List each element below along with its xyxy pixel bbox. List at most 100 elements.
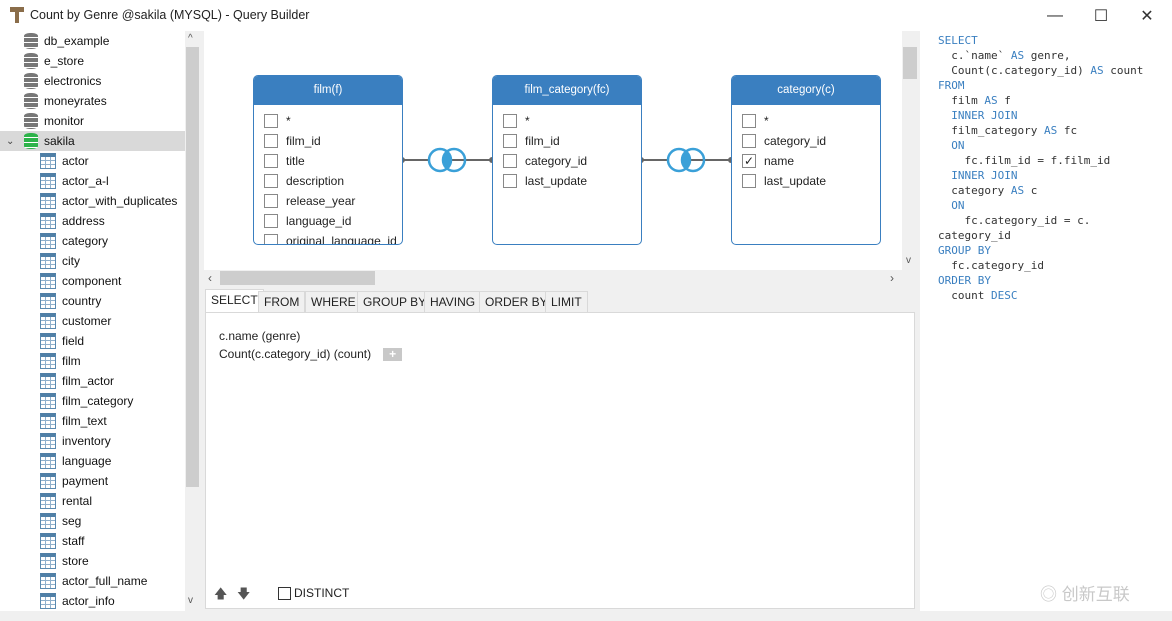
field-checkbox[interactable]	[503, 114, 517, 128]
tree-table-item[interactable]: city	[0, 251, 185, 271]
tree-table-item[interactable]: language	[0, 451, 185, 471]
field-row[interactable]: release_year	[264, 191, 355, 211]
tree-table-item[interactable]: payment	[0, 471, 185, 491]
tree-table-item[interactable]: rental	[0, 491, 185, 511]
tree-table-item[interactable]: customer	[0, 311, 185, 331]
field-checkbox[interactable]	[742, 114, 756, 128]
diagram-hscrollbar[interactable]: ‹ ›	[204, 270, 902, 286]
field-row[interactable]: last_update	[503, 171, 587, 191]
tab-select[interactable]: SELECT	[205, 289, 264, 313]
field-row[interactable]: category_id	[503, 151, 587, 171]
move-up-icon[interactable]: 🡅	[214, 585, 227, 607]
tree-table-item[interactable]: film	[0, 351, 185, 371]
tab-group-by[interactable]: GROUP BY	[357, 291, 433, 313]
field-checkbox[interactable]	[264, 154, 278, 168]
tree-table-item[interactable]: film_text	[0, 411, 185, 431]
view-icon	[40, 573, 56, 589]
add-column-button[interactable]: +	[383, 347, 403, 361]
tree-view-item[interactable]: actor_full_name	[0, 571, 185, 591]
sql-line: fc.category_id	[938, 258, 1172, 273]
field-checkbox[interactable]	[264, 134, 278, 148]
close-button[interactable]: ✕	[1124, 0, 1170, 31]
tree-table-item[interactable]: actor	[0, 151, 185, 171]
field-checkbox[interactable]	[264, 194, 278, 208]
sql-preview[interactable]: SELECT c.`name` AS genre, Count(c.catego…	[920, 31, 1172, 611]
field-checkbox[interactable]	[264, 234, 278, 244]
table-header[interactable]: category(c)	[732, 76, 880, 105]
sql-text: Count(c.category_id)	[938, 64, 1091, 77]
select-panel: c.name (genre) Count(c.category_id) (cou…	[205, 312, 915, 609]
move-down-icon[interactable]: 🡇	[237, 585, 250, 607]
field-row[interactable]: *	[742, 111, 769, 131]
field-row[interactable]: description	[264, 171, 344, 191]
field-row[interactable]: category_id	[742, 131, 826, 151]
tree-table-item[interactable]: country	[0, 291, 185, 311]
diagram-canvas[interactable]: film(f) * film_id title description release_y…	[204, 31, 902, 270]
diagram-table[interactable]: film_category(fc) * film_id category_id last…	[492, 75, 642, 245]
field-row[interactable]: language_id	[264, 211, 351, 231]
table-header[interactable]: film(f)	[254, 76, 402, 105]
field-row[interactable]: last_update	[742, 171, 826, 191]
field-row[interactable]: original_language_id	[264, 231, 397, 244]
field-checkbox[interactable]	[264, 114, 278, 128]
field-checkbox[interactable]: ✓	[742, 154, 756, 168]
field-row[interactable]: title	[264, 151, 305, 171]
field-name: last_update	[764, 174, 827, 188]
table-icon	[40, 213, 56, 229]
chevron-down-icon[interactable]: ⌄	[6, 136, 24, 147]
tree-table-item[interactable]: store	[0, 551, 185, 571]
table-icon	[40, 433, 56, 449]
tree-item-label: address	[62, 214, 105, 228]
tree-table-item[interactable]: component	[0, 271, 185, 291]
tree-schema-sakila[interactable]: ⌄ sakila	[0, 131, 185, 151]
diagram-table[interactable]: film(f) * film_id title description release_y…	[253, 75, 403, 245]
field-row[interactable]: *	[503, 111, 530, 131]
minimize-button[interactable]: —	[1032, 0, 1078, 31]
tree-item-label: actor	[62, 154, 89, 168]
field-row[interactable]: ✓ name	[742, 151, 794, 171]
tree-table-item[interactable]: category	[0, 231, 185, 251]
tab-limit[interactable]: LIMIT	[545, 291, 588, 313]
field-checkbox[interactable]	[264, 214, 278, 228]
tree-schema-electronics[interactable]: electronics	[0, 71, 185, 91]
tree-table-item[interactable]: actor_a-l	[0, 171, 185, 191]
field-row[interactable]: *	[264, 111, 291, 131]
field-checkbox[interactable]	[742, 134, 756, 148]
tab-having[interactable]: HAVING	[424, 291, 482, 313]
tree-table-item[interactable]: staff	[0, 531, 185, 551]
diagram-table[interactable]: category(c) * category_id ✓ name last_update	[731, 75, 881, 245]
tree-table-item[interactable]: inventory	[0, 431, 185, 451]
tree-table-item[interactable]: film_category	[0, 391, 185, 411]
field-checkbox[interactable]	[742, 174, 756, 188]
tab-order-by[interactable]: ORDER BY	[479, 291, 554, 313]
field-checkbox[interactable]	[503, 154, 517, 168]
tree-schema-moneyrates[interactable]: moneyrates	[0, 91, 185, 111]
field-name: name	[764, 154, 795, 168]
diagram-vscrollbar[interactable]: v	[902, 31, 918, 270]
sql-text: count	[1103, 64, 1144, 77]
select-item[interactable]: Count(c.category_id) (count)	[219, 347, 371, 361]
tree-schema-monitor[interactable]: monitor	[0, 111, 185, 131]
tab-where[interactable]: WHERE	[305, 291, 362, 313]
tree-table-item[interactable]: address	[0, 211, 185, 231]
sql-text: genre,	[1024, 49, 1071, 62]
field-checkbox[interactable]	[503, 174, 517, 188]
database-icon	[24, 53, 38, 69]
field-row[interactable]: film_id	[503, 131, 560, 151]
tree-schema-e_store[interactable]: e_store	[0, 51, 185, 71]
field-checkbox[interactable]	[503, 134, 517, 148]
tree-table-item[interactable]: seg	[0, 511, 185, 531]
distinct-checkbox[interactable]: DISTINCT	[278, 586, 349, 600]
tree-schema-db_example[interactable]: db_example	[0, 31, 185, 51]
tree-scrollbar[interactable]: ^ v	[185, 31, 200, 611]
tab-from[interactable]: FROM	[258, 291, 306, 313]
tree-view-item[interactable]: actor_info	[0, 591, 185, 611]
tree-table-item[interactable]: film_actor	[0, 371, 185, 391]
tree-table-item[interactable]: field	[0, 331, 185, 351]
table-header[interactable]: film_category(fc)	[493, 76, 641, 105]
field-row[interactable]: film_id	[264, 131, 321, 151]
maximize-button[interactable]: ☐	[1078, 0, 1124, 31]
field-checkbox[interactable]	[264, 174, 278, 188]
tree-table-item[interactable]: actor_with_duplicates	[0, 191, 185, 211]
select-item[interactable]: c.name (genre)	[219, 329, 300, 343]
